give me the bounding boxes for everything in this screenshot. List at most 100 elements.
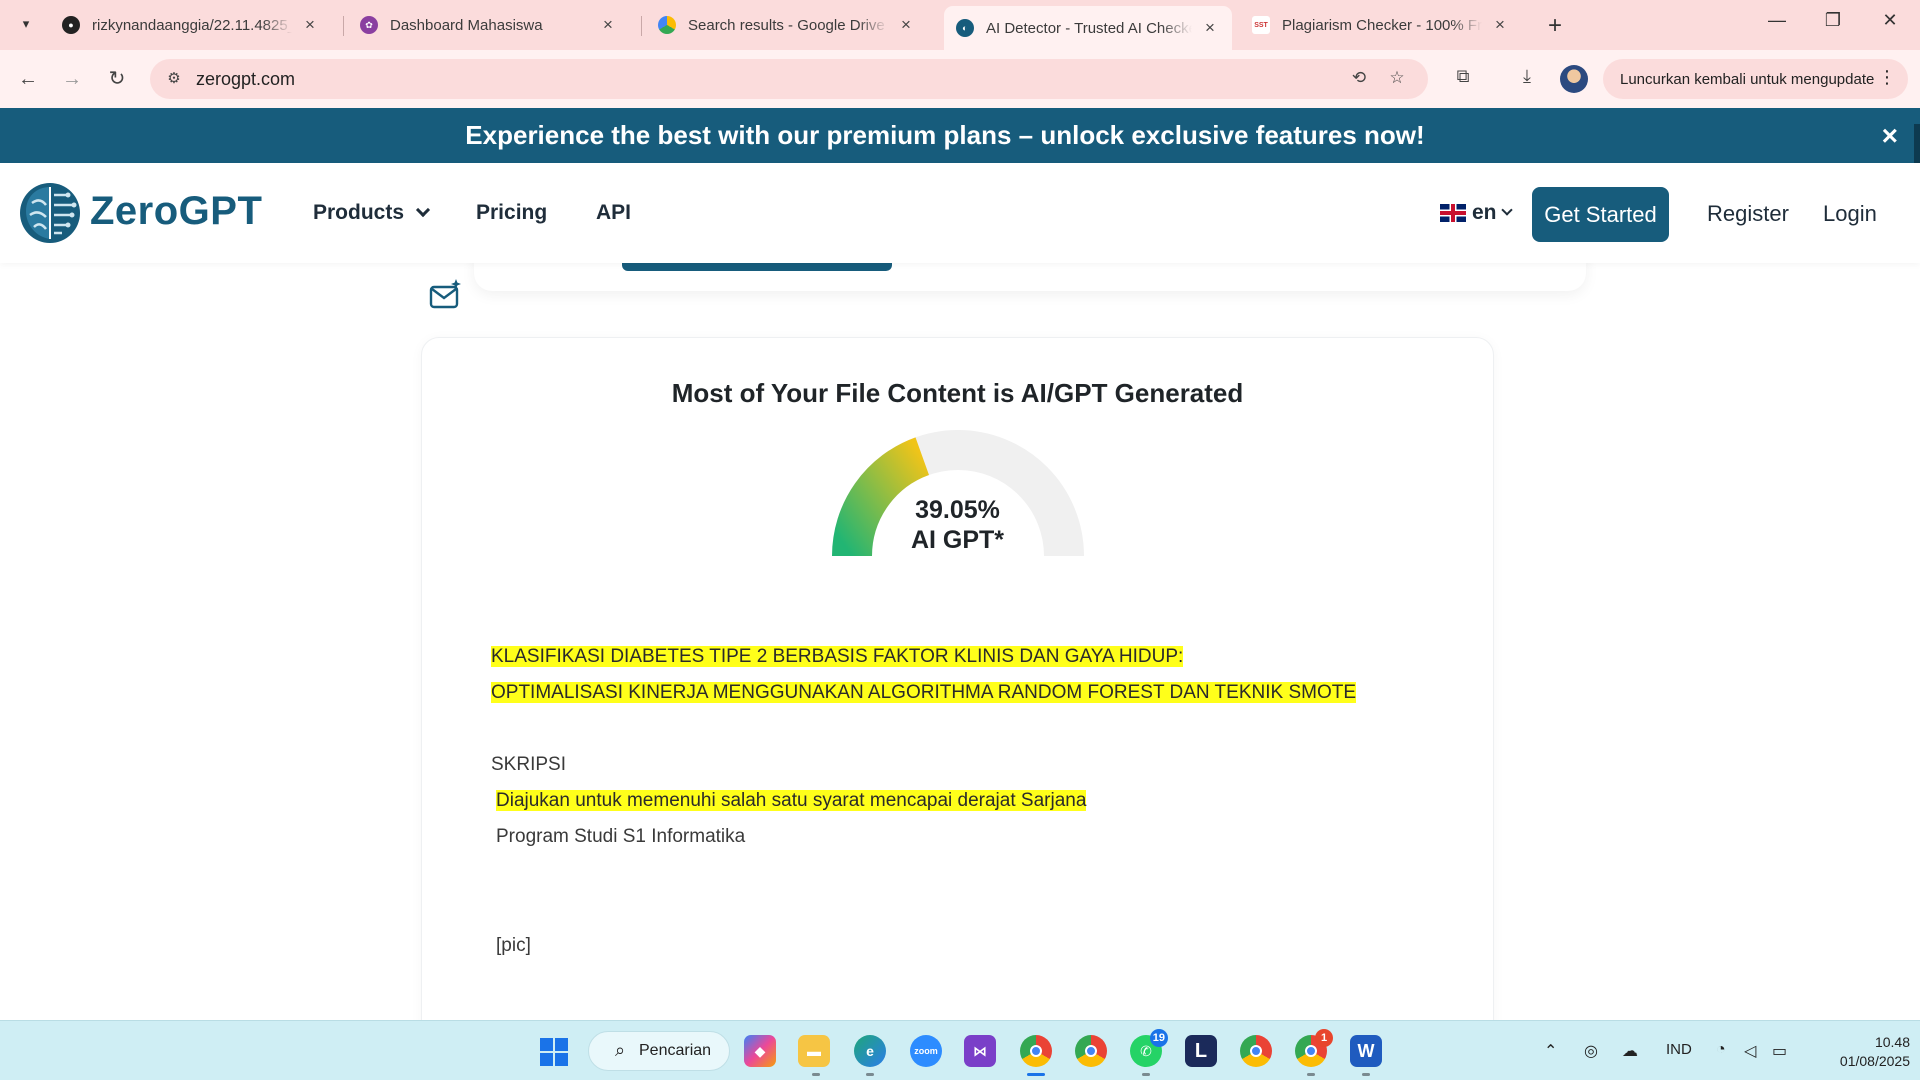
chevron-down-icon <box>1500 204 1513 216</box>
wifi-icon[interactable]: ◔ <box>1716 1041 1726 1059</box>
back-arrow-icon[interactable]: ← <box>14 65 42 93</box>
active-app-indicator <box>1027 1073 1045 1076</box>
url-text[interactable]: zerogpt.com <box>196 69 295 90</box>
battery-icon[interactable]: ▭ <box>1772 1041 1787 1061</box>
github-icon: ● <box>62 16 80 34</box>
volume-icon[interactable]: ◁ <box>1744 1041 1756 1061</box>
clock-time: 10.48 <box>1874 1034 1910 1050</box>
close-icon[interactable]: × <box>300 15 320 35</box>
nav-pricing[interactable]: Pricing <box>476 201 547 225</box>
app-indicator <box>812 1073 820 1076</box>
document-line: Program Studi S1 Informatika <box>496 826 745 848</box>
document-line: SKRIPSI <box>491 754 566 776</box>
taskbar-search[interactable]: ⌕ Pencarian <box>588 1031 730 1071</box>
restore-icon[interactable]: ❐ <box>1818 10 1848 31</box>
chrome-icon[interactable] <box>1020 1035 1052 1067</box>
close-icon[interactable]: × <box>1200 18 1220 38</box>
tab-search-chevron-icon[interactable]: ▾ <box>12 10 40 38</box>
document-line: [pic] <box>496 935 531 957</box>
windows-taskbar: ⌕ Pencarian ◆ ▬ e zoom ⋈ ✆ 19 L 1 W ⌃ ◎ ☁… <box>0 1020 1920 1080</box>
bookmark-star-icon[interactable]: ☆ <box>1386 68 1408 90</box>
minimize-icon[interactable]: — <box>1762 10 1792 31</box>
cloud-offline-icon[interactable]: ☁ <box>1622 1041 1638 1061</box>
tab-label: Dashboard Mahasiswa <box>390 16 543 34</box>
logo-text[interactable]: ZeroGPT <box>90 189 262 234</box>
menu-dots-icon[interactable]: ⋮ <box>1878 67 1896 88</box>
whatsapp-badge: 19 <box>1149 1029 1168 1047</box>
l-app-icon[interactable]: L <box>1185 1035 1217 1067</box>
zerogpt-icon: ◐ <box>956 19 974 37</box>
address-bar[interactable]: ⚙ zerogpt.com ⟲ ☆ <box>150 59 1428 99</box>
visual-studio-icon[interactable]: ⋈ <box>964 1035 996 1067</box>
profile-avatar[interactable] <box>1560 65 1588 93</box>
windows-start-icon[interactable] <box>540 1038 568 1066</box>
promo-banner: Experience the best with our premium pla… <box>0 108 1920 164</box>
word-icon[interactable]: W <box>1350 1035 1382 1067</box>
tray-chevron-up-icon[interactable]: ⌃ <box>1544 1041 1557 1061</box>
document-line-text: OPTIMALISASI KINERJA MENGGUNAKAN ALGORIT… <box>491 682 1357 703</box>
tab-label: AI Detector - Trusted AI Checker <box>986 19 1192 37</box>
document-line-text: Diajukan untuk memenuhi salah satu syara… <box>496 790 1087 811</box>
get-started-button[interactable]: Get Started <box>1532 187 1669 242</box>
browser-tab-strip: ▾ ● rizkynandaanggia/22.11.4825_U × ✿ Da… <box>0 0 1920 50</box>
dashboard-icon: ✿ <box>360 16 378 34</box>
register-link[interactable]: Register <box>1707 201 1789 227</box>
search-icon: ⌕ <box>615 1040 626 1060</box>
notification-badge: 1 <box>1315 1029 1333 1047</box>
tab-ai-detector[interactable]: ◐ AI Detector - Trusted AI Checker × <box>944 6 1232 50</box>
tab-plagiarism-checker[interactable]: SST Plagiarism Checker - 100% Free × <box>1240 8 1522 42</box>
promo-close-icon[interactable]: × <box>1882 120 1898 152</box>
app-indicator <box>866 1073 874 1076</box>
document-line: KLASIFIKASI DIABETES TIPE 2 BERBASIS FAK… <box>491 646 1184 668</box>
language-selector[interactable]: en <box>1440 201 1513 225</box>
close-icon[interactable]: × <box>598 15 618 35</box>
edge-icon[interactable]: e <box>854 1035 886 1067</box>
brain-logo-icon[interactable] <box>18 181 82 245</box>
download-icon[interactable]: ⤓ <box>1514 66 1540 92</box>
tab-label: rizkynandaanggia/22.11.4825_U <box>92 16 292 34</box>
site-settings-icon[interactable]: ⚙ <box>164 69 184 89</box>
chrome-profile-icon[interactable] <box>1240 1035 1272 1067</box>
close-icon[interactable]: × <box>1490 15 1510 35</box>
zoom-icon[interactable]: zoom <box>910 1035 942 1067</box>
mail-icon[interactable] <box>428 278 462 312</box>
tab-dashboard-mahasiswa[interactable]: ✿ Dashboard Mahasiswa × <box>348 8 630 42</box>
window-close-icon[interactable]: ✕ <box>1875 10 1905 31</box>
nav-products-label: Products <box>313 201 405 224</box>
nav-products[interactable]: Products <box>313 201 430 225</box>
language-label: en <box>1472 201 1497 224</box>
close-icon[interactable]: × <box>896 15 916 35</box>
new-tab-plus-icon[interactable]: + <box>1542 12 1568 40</box>
app-indicator <box>1142 1073 1150 1076</box>
copilot-icon[interactable]: ◆ <box>744 1035 776 1067</box>
document-line-text: SKRIPSI <box>491 754 566 775</box>
tray-app-icon[interactable]: ◎ <box>1584 1041 1598 1061</box>
sst-icon: SST <box>1252 16 1270 34</box>
login-link[interactable]: Login <box>1823 201 1877 227</box>
nav-api[interactable]: API <box>596 201 631 225</box>
input-language[interactable]: IND <box>1666 1041 1692 1058</box>
ai-gpt-label: AI GPT* <box>910 526 1005 554</box>
document-line: Diajukan untuk memenuhi salah satu syara… <box>496 790 1087 812</box>
file-explorer-icon[interactable]: ▬ <box>798 1035 830 1067</box>
tab-github[interactable]: ● rizkynandaanggia/22.11.4825_U × <box>50 8 332 42</box>
whatsapp-icon[interactable]: ✆ 19 <box>1130 1029 1168 1067</box>
extensions-icon[interactable]: ⧉ <box>1450 66 1476 92</box>
chrome-profile-icon[interactable]: 1 <box>1295 1029 1333 1067</box>
system-clock[interactable]: 10.48 01/08/2025 <box>1810 1033 1910 1071</box>
clock-date: 01/08/2025 <box>1839 1053 1910 1069</box>
forward-arrow-icon[interactable]: → <box>58 65 86 93</box>
chrome-profile-icon[interactable] <box>1075 1035 1107 1067</box>
google-drive-icon <box>658 16 676 34</box>
site-header: ZeroGPT Products Pricing API en Get Star… <box>0 163 1920 263</box>
browser-toolbar: ← → ↻ ⚙ zerogpt.com ⟲ ☆ ⧉ ⤓ Luncurkan ke… <box>0 50 1920 108</box>
taskbar-search-label: Pencarian <box>639 1042 712 1059</box>
tab-google-drive[interactable]: Search results - Google Drive × <box>646 8 928 42</box>
update-button-label: Luncurkan kembali untuk mengupdate <box>1620 70 1875 88</box>
result-card: Most of Your File Content is AI/GPT Gene… <box>421 337 1494 1080</box>
app-indicator <box>1362 1073 1370 1076</box>
relaunch-update-button[interactable]: Luncurkan kembali untuk mengupdate ⋮ <box>1603 59 1908 99</box>
translate-icon[interactable]: ⟲ <box>1348 68 1370 90</box>
tab-label: Plagiarism Checker - 100% Free <box>1282 16 1482 34</box>
reload-icon[interactable]: ↻ <box>103 65 131 93</box>
